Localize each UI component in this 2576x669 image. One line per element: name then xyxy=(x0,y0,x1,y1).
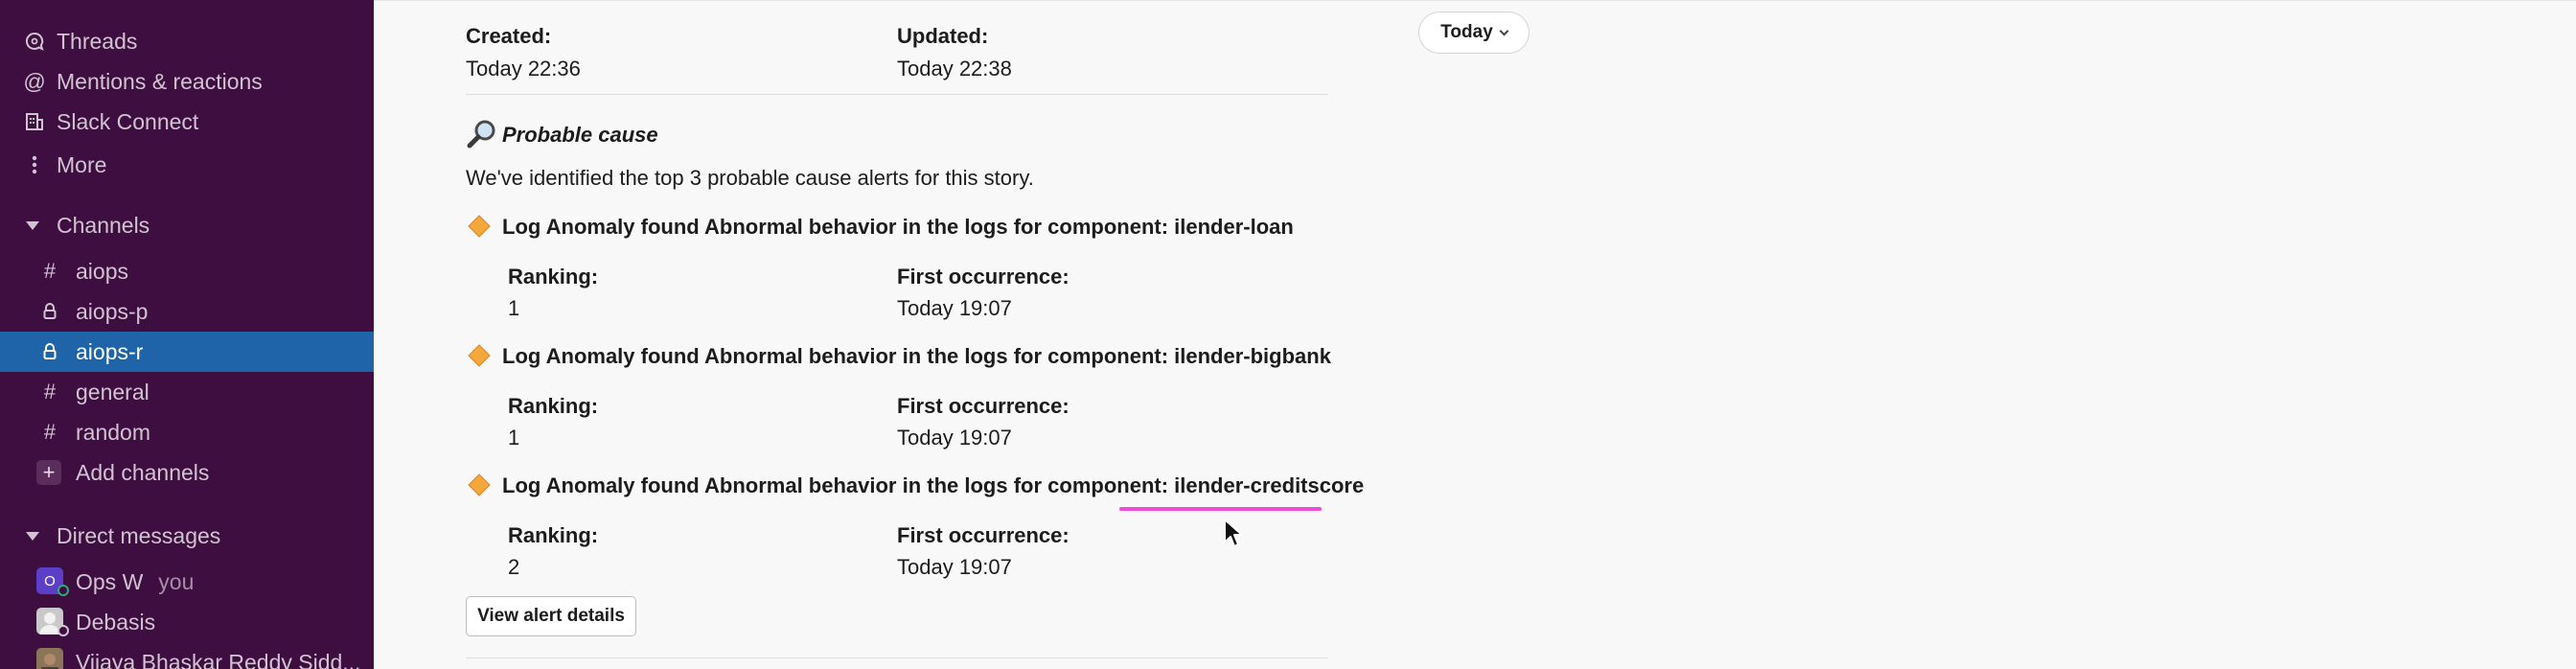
orange-diamond-icon xyxy=(468,473,491,496)
probable-cause-title: Probable cause xyxy=(502,123,658,147)
sidebar-item-dm-debasis[interactable]: Debasis xyxy=(0,602,374,642)
you-suffix: you xyxy=(158,568,195,594)
ranking-value: 2 xyxy=(508,555,520,579)
sidebar-item-mentions[interactable]: @ Mentions & reactions xyxy=(0,61,374,102)
dm-label-wrapper: Ops W you xyxy=(76,569,194,595)
orange-diamond-icon xyxy=(468,344,491,367)
dm-label: Vijaya Bhaskar Reddy Sidd... xyxy=(76,649,361,669)
at-sign-icon: @ xyxy=(23,68,46,94)
sidebar-item-label: Mentions & reactions xyxy=(57,68,263,94)
caret-down-icon xyxy=(26,220,39,230)
sidebar-item-more[interactable]: More xyxy=(0,145,374,185)
alert-title: Log Anomaly found Abnormal behavior in t… xyxy=(502,473,1365,497)
view-alert-details-button[interactable]: View alert details xyxy=(466,596,636,636)
alert-title: Log Anomaly found Abnormal behavior in t… xyxy=(502,215,1294,239)
presence-away-icon xyxy=(58,625,69,636)
caret-down-icon xyxy=(26,531,39,541)
date-divider-dropdown[interactable]: Today xyxy=(1418,12,1530,54)
sidebar-item-threads[interactable]: Threads xyxy=(0,21,374,61)
created-label: Created: xyxy=(466,24,552,48)
sidebar-item-label: More xyxy=(57,151,107,177)
first-occurrence-value: Today 19:07 xyxy=(897,296,1012,320)
first-occurrence-label: First occurrence: xyxy=(897,523,1070,547)
add-channels-button[interactable]: + Add channels xyxy=(0,452,374,493)
plus-icon: + xyxy=(36,460,61,485)
building-icon xyxy=(23,110,46,133)
first-occurrence-label: First occurrence: xyxy=(897,394,1070,418)
first-occurrence-value: Today 19:07 xyxy=(897,555,1012,579)
orange-diamond-icon xyxy=(468,215,491,238)
highlight-underline xyxy=(1119,507,1322,511)
sidebar-item-channel-aiops-r[interactable]: aiops-r xyxy=(0,332,374,372)
channel-label: aiops-p xyxy=(76,298,149,324)
lock-icon xyxy=(40,340,59,363)
divider xyxy=(466,657,1328,658)
first-occurrence-label: First occurrence: xyxy=(897,265,1070,288)
magnifier-icon xyxy=(466,119,498,154)
sidebar-item-channel-aiops-p[interactable]: aiops-p xyxy=(0,291,374,332)
add-channels-label: Add channels xyxy=(76,459,210,485)
sidebar-item-channel-random[interactable]: # random xyxy=(0,412,374,452)
ranking-value: 1 xyxy=(508,296,520,320)
channel-label: general xyxy=(76,379,150,404)
message-pane: Today Created: Today 22:36 Updated: Toda… xyxy=(374,0,2576,669)
lock-icon xyxy=(40,300,59,323)
first-occurrence-value: Today 19:07 xyxy=(897,426,1012,450)
divider xyxy=(466,94,1328,95)
sidebar-item-label: Threads xyxy=(57,28,138,54)
hash-icon: # xyxy=(43,420,57,444)
sidebar-item-channel-general[interactable]: # general xyxy=(0,372,374,412)
mouse-cursor-icon xyxy=(1224,519,1243,547)
created-value: Today 22:36 xyxy=(466,57,581,81)
channel-label: aiops-r xyxy=(76,338,144,364)
probable-cause-description: We've identified the top 3 probable caus… xyxy=(466,166,1034,190)
presence-active-icon xyxy=(58,585,69,596)
ranking-value: 1 xyxy=(508,426,520,450)
ranking-label: Ranking: xyxy=(508,394,599,418)
avatar xyxy=(36,648,63,669)
threads-icon xyxy=(23,30,46,53)
hash-icon: # xyxy=(43,380,57,404)
direct-messages-section-header[interactable]: Direct messages xyxy=(0,516,374,556)
dm-label: Debasis xyxy=(76,609,156,634)
channels-header-label: Channels xyxy=(57,212,150,238)
sidebar-item-slack-connect[interactable]: Slack Connect xyxy=(0,102,374,142)
chevron-down-icon xyxy=(1499,26,1509,35)
pane-top-border xyxy=(374,0,2576,5)
sidebar-item-label: Slack Connect xyxy=(57,108,199,134)
channel-label: aiops xyxy=(76,258,128,284)
date-pill-label: Today xyxy=(1440,22,1493,42)
hash-icon: # xyxy=(43,259,57,283)
alert-title: Log Anomaly found Abnormal behavior in t… xyxy=(502,344,1331,368)
sidebar-item-channel-aiops[interactable]: # aiops xyxy=(0,251,374,291)
ranking-label: Ranking: xyxy=(508,265,599,288)
channel-label: random xyxy=(76,419,150,445)
channels-section-header[interactable]: Channels xyxy=(0,205,374,245)
sidebar: Threads @ Mentions & reactions Slack Con… xyxy=(0,0,374,669)
sidebar-item-dm-ops-w[interactable]: O Ops Wyou xyxy=(0,562,374,602)
more-vertical-icon xyxy=(23,153,46,176)
ranking-label: Ranking: xyxy=(508,523,599,547)
sidebar-item-dm-vijaya[interactable]: Vijaya Bhaskar Reddy Sidd... xyxy=(0,642,374,669)
updated-label: Updated: xyxy=(897,24,989,48)
dm-label: Ops W xyxy=(76,568,144,594)
updated-value: Today 22:38 xyxy=(897,57,1012,81)
dm-header-label: Direct messages xyxy=(57,522,221,548)
